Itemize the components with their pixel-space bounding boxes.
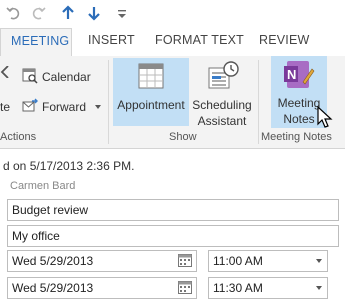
start-time-dropdown-icon[interactable] [316, 259, 322, 263]
respond-partial-label: te [0, 100, 11, 114]
mouse-cursor-icon [317, 106, 333, 128]
group-label-show: Show [169, 131, 197, 143]
end-time-field[interactable]: 11:30 AM [208, 277, 328, 299]
forward-label: Forward [42, 100, 87, 114]
location-field[interactable]: My office [7, 225, 339, 247]
scheduling-label-line2: Assistant [197, 114, 247, 128]
group-label-meeting-notes: Meeting Notes [261, 131, 332, 143]
ribbon-separator [258, 60, 259, 144]
location-value: My office [12, 229, 60, 243]
tab-insert[interactable]: INSERT [88, 33, 135, 47]
meeting-form: d on 5/17/2013 2:36 PM. Carmen Bard Budg… [0, 149, 345, 308]
scheduling-label-line1: Scheduling [192, 98, 252, 112]
forward-icon [22, 98, 38, 112]
down-arrow-icon[interactable] [84, 3, 104, 23]
ribbon-separator [108, 60, 109, 144]
quick-access-toolbar [0, 0, 345, 26]
tab-format-text[interactable]: FORMAT TEXT [155, 33, 244, 47]
start-date-field[interactable]: Wed 5/29/2013 [7, 250, 197, 272]
sent-status-text: d on 5/17/2013 2:36 PM. [3, 159, 135, 173]
end-date-value: Wed 5/29/2013 [12, 281, 94, 295]
organizer-name: Carmen Bard [10, 180, 76, 192]
appointment-icon [138, 63, 164, 89]
undo-icon[interactable] [4, 3, 24, 23]
ribbon: te Calendar Forward Actions Appointment [0, 56, 345, 149]
customize-dropdown-icon[interactable] [112, 3, 132, 23]
tab-review[interactable]: REVIEW [259, 33, 310, 47]
subject-field[interactable]: Budget review [7, 199, 339, 221]
calendar-picker-icon[interactable] [178, 254, 192, 267]
forward-button[interactable]: Forward [22, 96, 104, 118]
onenote-icon: N [284, 61, 315, 88]
calendar-label: Calendar [42, 70, 91, 84]
redo-icon[interactable] [28, 3, 48, 23]
calendar-picker-icon[interactable] [178, 281, 192, 294]
scheduling-assistant-icon [208, 61, 239, 89]
end-time-dropdown-icon[interactable] [316, 286, 322, 290]
start-time-field[interactable]: 11:00 AM [208, 250, 328, 272]
end-date-field[interactable]: Wed 5/29/2013 [7, 277, 197, 299]
forward-dropdown-icon[interactable] [95, 105, 101, 109]
respond-button[interactable] [0, 64, 20, 86]
start-time-value: 11:00 AM [213, 254, 263, 268]
calendar-search-icon [22, 68, 38, 84]
svg-text:N: N [287, 67, 296, 82]
ribbon-tabs: MEETING INSERT FORMAT TEXT REVIEW [0, 26, 345, 58]
subject-value: Budget review [12, 203, 89, 217]
group-label-actions: Actions [0, 131, 37, 143]
up-arrow-icon[interactable] [58, 3, 78, 23]
start-date-value: Wed 5/29/2013 [12, 254, 94, 268]
scheduling-assistant-button[interactable]: Scheduling Assistant [189, 58, 255, 128]
tab-meeting[interactable]: MEETING [0, 28, 72, 58]
respond-partial-button[interactable]: te [0, 96, 20, 118]
end-time-value: 11:30 AM [213, 281, 263, 295]
appointment-label: Appointment [117, 98, 185, 112]
appointment-button[interactable]: Appointment [113, 58, 189, 126]
calendar-button[interactable]: Calendar [22, 66, 100, 88]
